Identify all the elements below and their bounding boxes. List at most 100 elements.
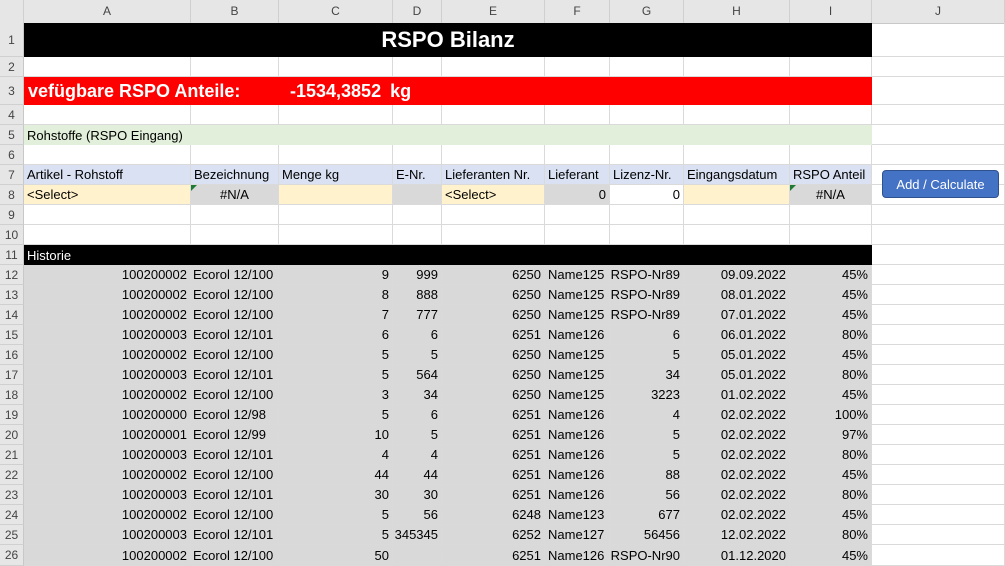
history-cell[interactable]: RSPO-Nr90 xyxy=(610,545,684,566)
history-cell[interactable]: Name123 xyxy=(545,505,610,525)
empty-cell[interactable] xyxy=(442,225,545,245)
history-cell[interactable]: Ecorol 12/100 xyxy=(191,545,279,566)
eingangsdatum-input[interactable] xyxy=(684,185,790,205)
history-cell[interactable]: Name127 xyxy=(545,525,610,545)
history-cell[interactable]: 05.01.2022 xyxy=(684,365,790,385)
history-cell[interactable]: 100200003 xyxy=(24,525,191,545)
history-cell[interactable]: 80% xyxy=(790,325,872,345)
empty-cell[interactable] xyxy=(610,105,684,125)
history-cell[interactable]: 02.02.2022 xyxy=(684,405,790,425)
history-cell[interactable]: 56456 xyxy=(610,525,684,545)
empty-cell[interactable] xyxy=(872,365,1005,385)
history-cell[interactable]: 6251 xyxy=(442,545,545,566)
history-cell[interactable]: 56 xyxy=(393,505,442,525)
history-cell[interactable]: 45% xyxy=(790,465,872,485)
empty-cell[interactable] xyxy=(872,305,1005,325)
history-cell[interactable]: Name126 xyxy=(545,425,610,445)
empty-cell[interactable] xyxy=(191,105,279,125)
history-cell[interactable]: 6251 xyxy=(442,485,545,505)
empty-cell[interactable] xyxy=(684,145,790,165)
menge-input[interactable] xyxy=(279,185,393,205)
row-header[interactable]: 11 xyxy=(0,245,24,265)
history-cell[interactable]: 5 xyxy=(279,505,393,525)
history-cell[interactable]: 02.02.2022 xyxy=(684,425,790,445)
history-cell[interactable]: 45% xyxy=(790,285,872,305)
history-cell[interactable] xyxy=(393,545,442,566)
row-header[interactable]: 14 xyxy=(0,305,24,325)
empty-cell[interactable] xyxy=(279,57,393,77)
add-calculate-button[interactable]: Add / Calculate xyxy=(882,170,999,198)
history-cell[interactable]: 100200002 xyxy=(24,385,191,405)
history-cell[interactable]: 80% xyxy=(790,525,872,545)
row-header[interactable]: 18 xyxy=(0,385,24,405)
empty-cell[interactable] xyxy=(24,225,191,245)
row-header[interactable]: 1 xyxy=(0,23,24,57)
empty-cell[interactable] xyxy=(872,245,1005,265)
history-cell[interactable]: 4 xyxy=(393,445,442,465)
history-cell[interactable]: 6250 xyxy=(442,345,545,365)
row-header[interactable]: 17 xyxy=(0,365,24,385)
empty-cell[interactable] xyxy=(872,525,1005,545)
column-header-e[interactable]: E xyxy=(442,0,545,23)
history-cell[interactable]: 45% xyxy=(790,345,872,365)
history-cell[interactable]: 100200002 xyxy=(24,345,191,365)
history-cell[interactable]: Name125 xyxy=(545,285,610,305)
history-cell[interactable]: 80% xyxy=(790,445,872,465)
row-header[interactable]: 24 xyxy=(0,505,24,525)
history-cell[interactable]: 5 xyxy=(610,425,684,445)
empty-cell[interactable] xyxy=(872,105,1005,125)
history-cell[interactable]: 100200002 xyxy=(24,465,191,485)
history-cell[interactable]: 30 xyxy=(279,485,393,505)
lizenz-input[interactable]: 0 xyxy=(610,185,684,205)
empty-cell[interactable] xyxy=(393,105,442,125)
history-cell[interactable]: 6 xyxy=(279,325,393,345)
row-header[interactable]: 12 xyxy=(0,265,24,285)
history-cell[interactable]: 100200002 xyxy=(24,545,191,566)
empty-cell[interactable] xyxy=(872,205,1005,225)
row-header[interactable]: 15 xyxy=(0,325,24,345)
history-cell[interactable]: Ecorol 12/99 xyxy=(191,425,279,445)
history-cell[interactable]: 5 xyxy=(610,445,684,465)
history-cell[interactable]: Name125 xyxy=(545,265,610,285)
column-header-f[interactable]: F xyxy=(545,0,610,23)
history-cell[interactable]: 6248 xyxy=(442,505,545,525)
empty-cell[interactable] xyxy=(393,145,442,165)
history-cell[interactable]: 100200002 xyxy=(24,305,191,325)
history-cell[interactable]: 07.01.2022 xyxy=(684,305,790,325)
empty-cell[interactable] xyxy=(545,205,610,225)
empty-cell[interactable] xyxy=(545,105,610,125)
history-cell[interactable]: 5 xyxy=(279,405,393,425)
history-cell[interactable]: 6251 xyxy=(442,325,545,345)
row-header[interactable]: 22 xyxy=(0,465,24,485)
history-cell[interactable]: 100200003 xyxy=(24,325,191,345)
row-header[interactable]: 19 xyxy=(0,405,24,425)
empty-cell[interactable] xyxy=(191,145,279,165)
empty-cell[interactable] xyxy=(872,57,1005,77)
column-header-a[interactable]: A xyxy=(24,0,191,23)
row-header[interactable]: 7 xyxy=(0,165,24,185)
history-cell[interactable]: 100200002 xyxy=(24,505,191,525)
history-cell[interactable]: 01.02.2022 xyxy=(684,385,790,405)
history-cell[interactable]: 6 xyxy=(393,405,442,425)
empty-cell[interactable] xyxy=(872,465,1005,485)
history-cell[interactable]: 02.02.2022 xyxy=(684,465,790,485)
row-header[interactable]: 5 xyxy=(0,125,24,145)
history-cell[interactable]: 45% xyxy=(790,545,872,566)
empty-cell[interactable] xyxy=(872,405,1005,425)
empty-cell[interactable] xyxy=(191,57,279,77)
history-cell[interactable]: 02.02.2022 xyxy=(684,485,790,505)
empty-cell[interactable] xyxy=(191,205,279,225)
history-cell[interactable]: 6250 xyxy=(442,305,545,325)
history-cell[interactable]: Ecorol 12/101 xyxy=(191,525,279,545)
empty-cell[interactable] xyxy=(24,205,191,225)
lieferanten-select[interactable]: <Select> xyxy=(442,185,545,205)
empty-cell[interactable] xyxy=(872,125,1005,145)
empty-cell[interactable] xyxy=(279,105,393,125)
history-cell[interactable]: 100200000 xyxy=(24,405,191,425)
history-cell[interactable]: 4 xyxy=(279,445,393,465)
empty-cell[interactable] xyxy=(872,77,1005,105)
empty-cell[interactable] xyxy=(393,57,442,77)
history-cell[interactable]: Name126 xyxy=(545,445,610,465)
row-header[interactable]: 16 xyxy=(0,345,24,365)
history-cell[interactable]: 45% xyxy=(790,305,872,325)
